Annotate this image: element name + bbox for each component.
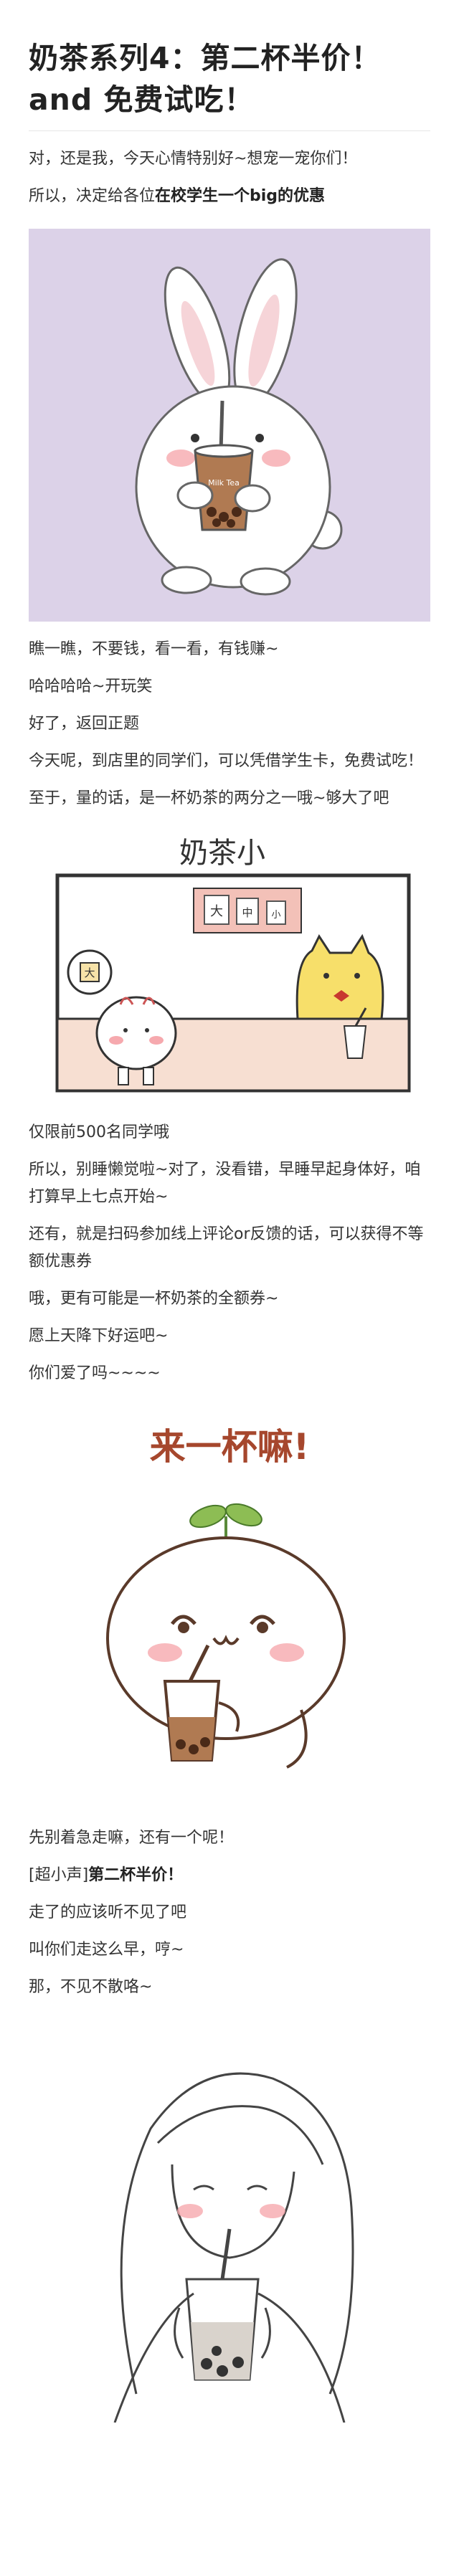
mascot-eye — [178, 1622, 189, 1633]
paragraph: 走了的应该听不见了吧 — [29, 1904, 187, 1921]
article-title: 奶茶系列4：第二杯半价！ and 免费试吃！ — [29, 0, 430, 120]
title-line-1: 奶茶系列4：第二杯半价！ — [29, 41, 382, 75]
girl-drinking-milk-tea-illustration — [29, 2021, 430, 2423]
paragraph-decision: 所以，决定给各位在校学生一个big的优惠 — [29, 183, 430, 210]
rabbit-milk-tea-illustration: Milk Tea — [29, 229, 430, 622]
paragraph: 仅限前500名同学哦 — [29, 1123, 169, 1141]
whisper-prefix: [超小声] — [29, 1866, 89, 1884]
paragraph: 至于，量的话，是一杯奶茶的两分之一哦~够大了吧 — [29, 789, 389, 807]
shop-sign-text: 奶茶小 — [179, 837, 265, 870]
paragraph: 瞧一瞧，不要钱，看一看，有钱赚~ — [29, 640, 279, 658]
mascot-eye — [257, 1622, 268, 1633]
title-line-2: and 免费试吃！ — [29, 82, 255, 117]
paragraph: 对，还是我，今天心情特别好~想宠一宠你们！ — [29, 150, 358, 168]
menu-medium: 中 — [242, 906, 252, 919]
menu-large: 大 — [210, 904, 223, 919]
rabbit-eye — [255, 434, 264, 442]
whisper-bold-text: 第二杯半价！ — [88, 1866, 184, 1884]
paragraph: 哈哈哈哈~开玩笑 — [29, 678, 153, 695]
paragraph: 所以，别睡懒觉啦~对了，没看错，早睡早起身体好，咱打算早上七点开始~ — [29, 1161, 421, 1206]
sprout-mascot-illustration: 来一杯嘛! — [29, 1409, 430, 1810]
paragraph: 先别着急走嘛，还有一个呢！ — [29, 1829, 235, 1847]
decision-text: 所以，决定给各位 — [29, 187, 156, 205]
cup-label: Milk Tea — [208, 478, 240, 488]
paragraph: 愿上天降下好运吧~ — [29, 1327, 169, 1345]
speech-bubble-text: 大 — [84, 966, 95, 979]
sprout-title-text: 来一杯嘛! — [150, 1426, 310, 1468]
milk-tea-shop-illustration: 奶茶小 大 中 小 大 — [29, 825, 430, 1103]
white-bunny-customer — [95, 996, 177, 1070]
paragraph: 你们爱了吗~~~~ — [29, 1364, 161, 1382]
paragraph: 还有，就是扫码参加线上评论or反馈的话，可以获得不等额优惠券 — [29, 1225, 424, 1270]
paragraph: 那，不见不散咯~ — [29, 1978, 153, 1996]
rabbit-eye — [191, 434, 199, 442]
paragraph: 叫你们走这么早，哼~ — [29, 1941, 184, 1959]
menu-small: 小 — [271, 910, 280, 921]
paragraph: 哦，更有可能是一杯奶茶的全额券~ — [29, 1290, 279, 1308]
paragraph: 今天呢，到店里的同学们，可以凭借学生卡，免费试吃！ — [29, 752, 424, 770]
article: 奶茶系列4：第二杯半价！ and 免费试吃！ 对，还是我，今天心情特别好~想宠一… — [0, 0, 459, 2576]
paragraph-whisper: [超小声]第二杯半价！ — [29, 1862, 430, 1889]
paragraph: 好了，返回正题 — [29, 715, 140, 733]
decision-bold-text: 在校学生一个big的优惠 — [155, 187, 326, 205]
